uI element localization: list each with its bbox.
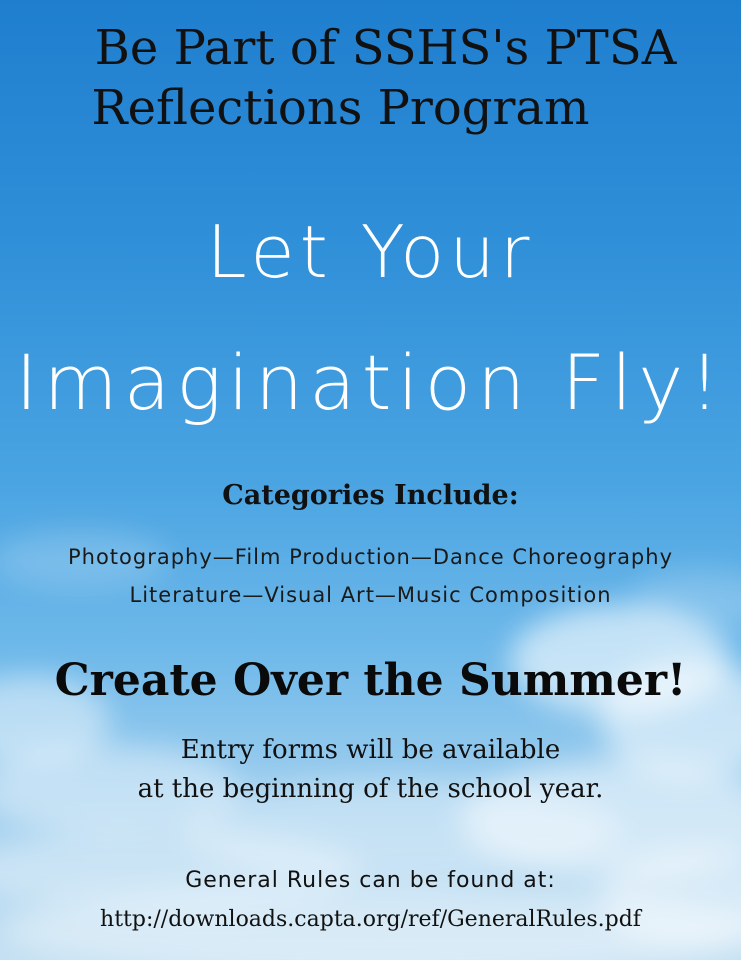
slogan-line-1: Let Your — [206, 210, 535, 294]
entry-forms-line-2: at the beginning of the school year. — [137, 774, 604, 804]
categories-heading: Categories Include: — [222, 480, 519, 511]
title-line-1: Be Part of SSHS's PTSA — [94, 20, 677, 76]
entry-forms-line-1: Entry forms will be available — [180, 735, 561, 765]
title-line-2: Reflections Program — [91, 80, 590, 136]
poster-title: Be Part of SSHS's PTSA Reflections Progr… — [0, 18, 741, 138]
flyer-poster: Be Part of SSHS's PTSA Reflections Progr… — [0, 0, 741, 960]
rules-url: http://downloads.capta.org/ref/GeneralRu… — [100, 907, 641, 932]
rules-heading: General Rules can be found at: — [185, 868, 556, 893]
categories-line-2: Literature—Visual Art—Music Composition — [129, 583, 612, 607]
slogan-line-2: Imagination Fly! — [15, 338, 726, 427]
summer-headline: Create Over the Summer! — [54, 655, 687, 706]
categories-line-1: Photography—Film Production—Dance Choreo… — [67, 545, 674, 569]
